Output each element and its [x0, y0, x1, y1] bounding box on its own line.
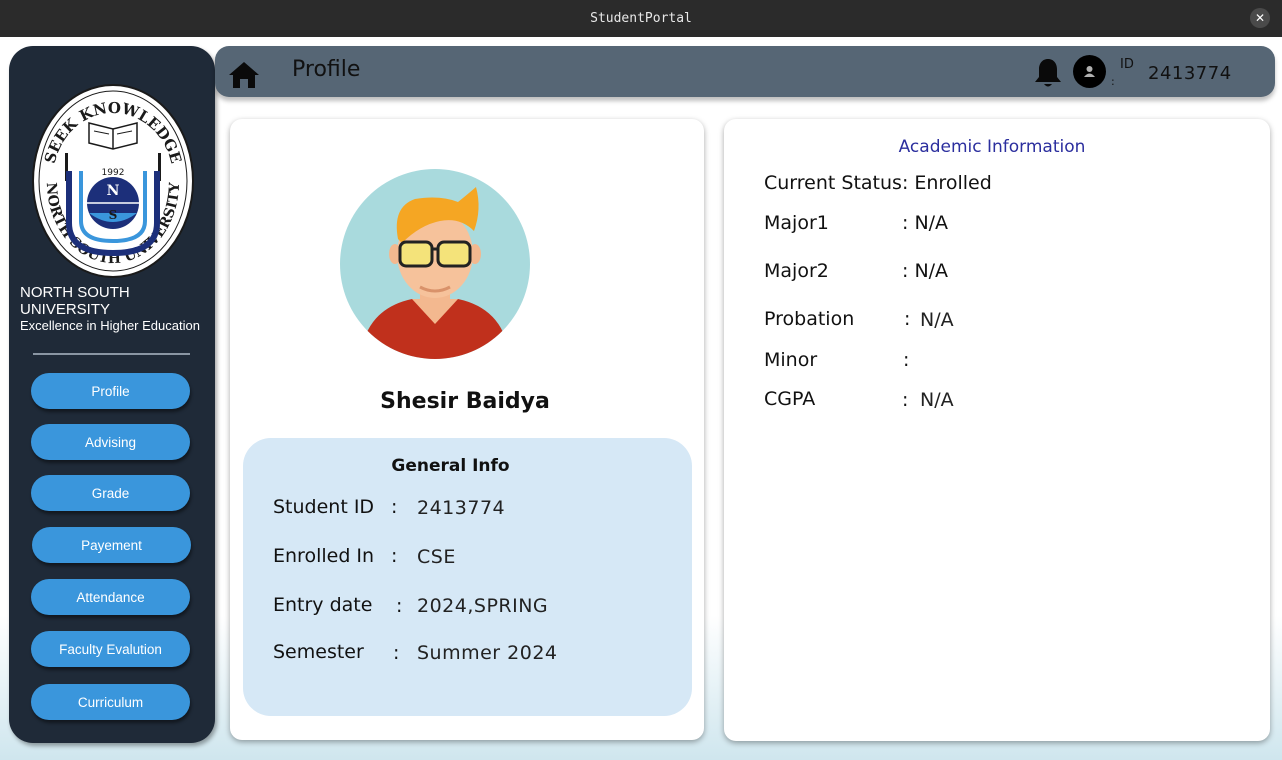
- minor-label: Minor: [764, 349, 818, 371]
- entry-date-colon: :: [396, 595, 403, 617]
- student-id-value: 2413774: [417, 497, 506, 519]
- semester-label: Semester: [273, 641, 364, 663]
- entry-date-label: Entry date: [273, 594, 373, 616]
- logo-year: 1992: [102, 168, 125, 178]
- user-avatar-icon[interactable]: [1073, 55, 1106, 88]
- nav-profile-button[interactable]: Profile: [31, 373, 190, 409]
- app-window: SEEK KNOWLEDGE NORTH SOUTH UNIVERSITY 19…: [0, 37, 1282, 760]
- major1-label: Major1: [764, 212, 829, 234]
- student-id-colon: :: [391, 496, 398, 518]
- nav-payment-button[interactable]: Payement: [32, 527, 191, 563]
- logo-letter-s: S: [109, 208, 118, 222]
- probation-label: Probation: [764, 308, 855, 330]
- id-label: ID: [1120, 57, 1134, 72]
- general-info-box: General Info Student ID : 2413774 Enroll…: [243, 438, 692, 716]
- probation-value: N/A: [920, 309, 954, 331]
- nav-advising-button[interactable]: Advising: [31, 424, 190, 460]
- academic-info-card: Academic Information Current Status: Enr…: [724, 119, 1270, 741]
- general-info-title: General Info: [391, 456, 510, 476]
- window-title: StudentPortal: [590, 11, 692, 26]
- id-colon: :: [1111, 75, 1115, 88]
- bell-icon[interactable]: [1032, 57, 1064, 89]
- student-id-label: Student ID: [273, 496, 375, 518]
- window-titlebar: StudentPortal ✕: [0, 0, 1282, 37]
- current-status: Current Status: Enrolled: [764, 172, 992, 194]
- sidebar-divider: [33, 353, 190, 355]
- sidebar: SEEK KNOWLEDGE NORTH SOUTH UNIVERSITY 19…: [9, 46, 215, 743]
- enrolled-in-colon: :: [391, 545, 398, 567]
- university-name: NORTH SOUTH UNIVERSITY: [20, 284, 130, 318]
- nav-grade-button[interactable]: Grade: [31, 475, 190, 511]
- profile-picture: [340, 169, 530, 359]
- academic-info-title: Academic Information: [898, 137, 1086, 157]
- major1-value: : N/A: [902, 212, 949, 234]
- logo-letter-n: N: [107, 183, 120, 199]
- student-name: Shesir Baidya: [380, 389, 550, 414]
- major2-value: : N/A: [902, 260, 949, 282]
- semester-colon: :: [393, 642, 400, 664]
- profile-card: Shesir Baidya General Info Student ID : …: [230, 119, 704, 740]
- semester-value: Summer 2024: [417, 642, 558, 664]
- nav-curriculum-button[interactable]: Curriculum: [31, 684, 190, 720]
- home-icon[interactable]: [228, 61, 260, 89]
- top-header: Profile : ID 2413774: [215, 46, 1275, 97]
- minor-colon: :: [903, 349, 910, 371]
- cgpa-colon: :: [902, 389, 909, 411]
- major2-label: Major2: [764, 260, 829, 282]
- probation-colon: :: [904, 308, 911, 330]
- nav-attendance-button[interactable]: Attendance: [31, 579, 190, 615]
- cgpa-label: CGPA: [764, 388, 816, 410]
- enrolled-in-label: Enrolled In: [273, 545, 375, 567]
- header-student-id: 2413774: [1148, 63, 1232, 84]
- page-title: Profile: [292, 57, 361, 82]
- university-motto: Excellence in Higher Education: [20, 318, 200, 333]
- cgpa-value: N/A: [920, 389, 954, 411]
- nav-faculty-evaluation-button[interactable]: Faculty Evalution: [31, 631, 190, 667]
- university-logo: SEEK KNOWLEDGE NORTH SOUTH UNIVERSITY 19…: [32, 84, 194, 278]
- enrolled-in-value: CSE: [417, 546, 456, 568]
- close-button[interactable]: ✕: [1250, 8, 1270, 28]
- entry-date-value: 2024,SPRING: [417, 595, 549, 617]
